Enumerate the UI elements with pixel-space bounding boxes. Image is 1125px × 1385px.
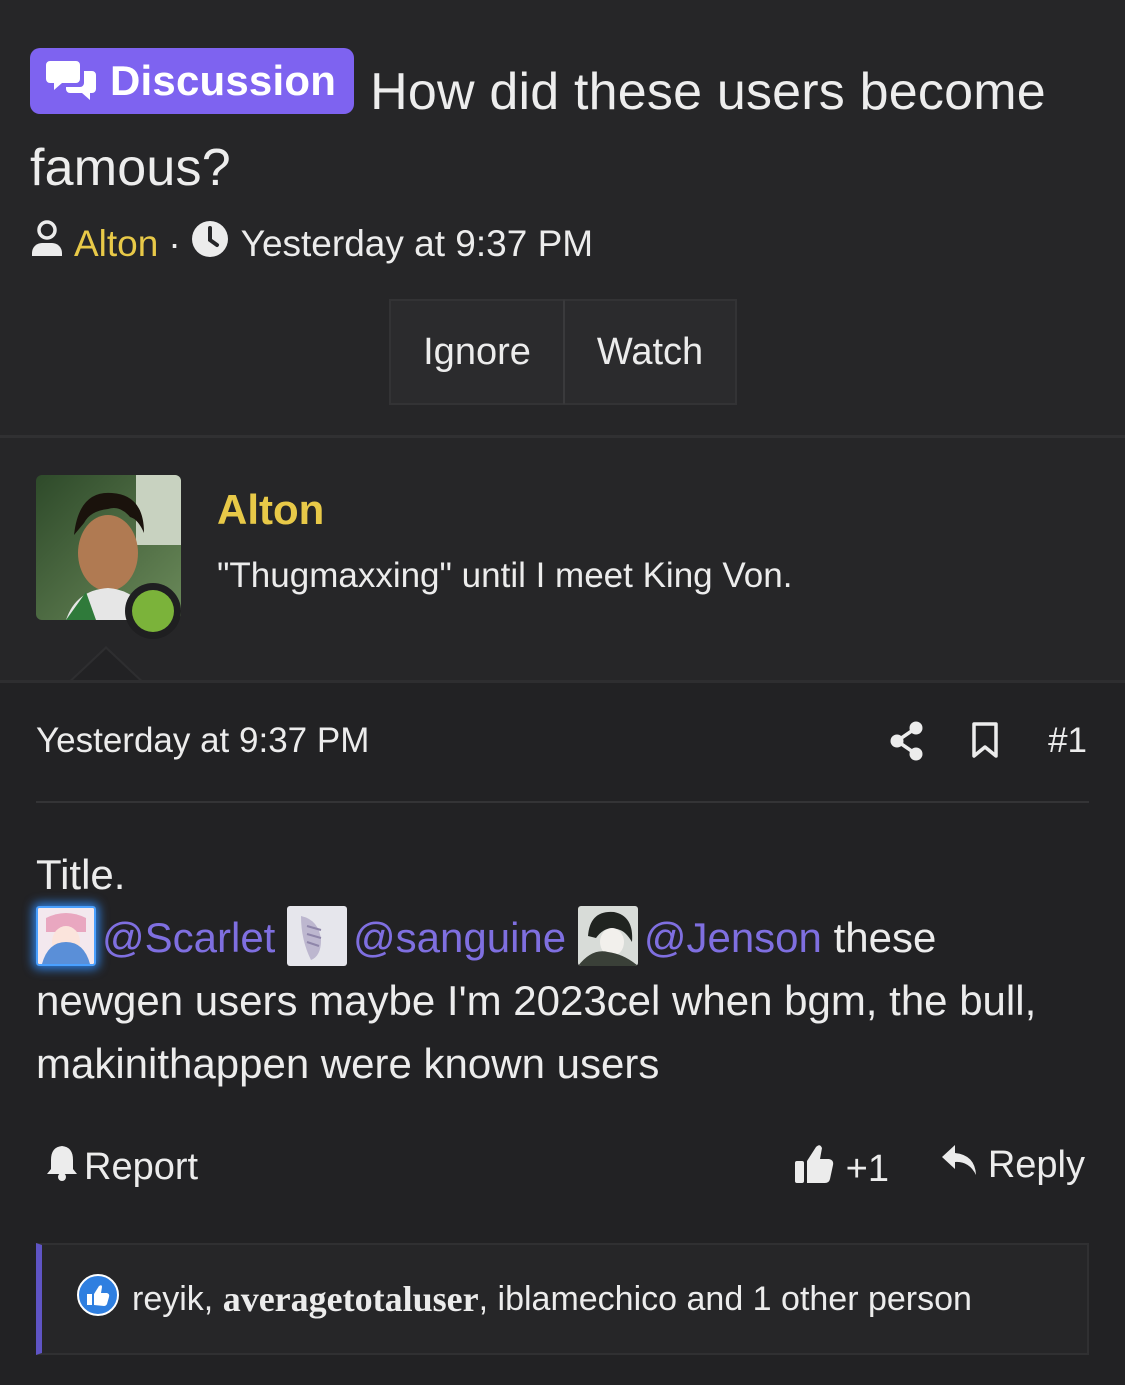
share-icon[interactable] (890, 721, 924, 766)
message-arrow-inner (73, 649, 139, 680)
chat-bubbles-icon (46, 59, 98, 103)
discussion-prefix-badge[interactable]: Discussion (30, 48, 355, 114)
thread-meta: Alton · Yesterday at 9:37 PM (30, 220, 1095, 267)
user-icon (30, 220, 64, 267)
reactions-bar[interactable]: reyik, averagetotaluser, iblamechico and… (36, 1243, 1089, 1355)
scarlet-avatar (36, 906, 96, 966)
reaction-user-2[interactable]: averagetotaluser (223, 1278, 479, 1320)
jenson-avatar (577, 906, 638, 966)
post-content: Yesterday at 9:37 PM #1 Title. @Scarlet … (0, 683, 1125, 1385)
report-label: Report (84, 1145, 199, 1188)
ignore-button[interactable]: Ignore (389, 299, 564, 405)
reaction-separator: , (478, 1279, 489, 1318)
thumbs-up-icon (794, 1143, 834, 1195)
like-count: +1 (845, 1147, 889, 1190)
like-reaction-icon (76, 1273, 120, 1326)
thread-title: Discussion How did these users become fa… (30, 48, 1095, 206)
post-line-3: newgen users maybe I'm 2023cel when bgm,… (36, 977, 1037, 1087)
post-date-link[interactable]: Yesterday at 9:37 PM (36, 721, 369, 761)
bookmark-icon[interactable] (971, 721, 999, 764)
thread-timestamp[interactable]: Yesterday at 9:37 PM (241, 223, 593, 265)
mention-sanguine[interactable]: @sanguine (353, 914, 566, 961)
mention-jenson[interactable]: @Jenson (644, 914, 822, 961)
post-number-link[interactable]: #1 (1048, 721, 1087, 761)
reaction-others[interactable]: and 1 other person (687, 1280, 972, 1319)
poster-username[interactable]: Alton (217, 486, 324, 534)
report-button[interactable]: Report (46, 1143, 198, 1191)
thread-header: Discussion How did these users become fa… (0, 0, 1125, 435)
meta-separator: · (168, 222, 181, 264)
watch-button[interactable]: Watch (564, 299, 737, 405)
reply-arrow-icon (940, 1143, 978, 1187)
thread-author-link[interactable]: Alton (74, 223, 158, 265)
post-line-1: Title. (36, 851, 126, 898)
post-header-divider (36, 801, 1089, 803)
post-body: Title. @Scarlet @sanguine @Jenson these … (36, 843, 1065, 1095)
prefix-label: Discussion (110, 57, 337, 104)
poster-custom-title: "Thugmaxxing" until I meet King Von. (217, 556, 793, 595)
post-actions: Report +1 Reply (36, 1143, 1089, 1203)
reply-button[interactable]: Reply (940, 1143, 1085, 1187)
mention-scarlet[interactable]: @Scarlet (102, 914, 275, 961)
title-text-2: famous? (30, 139, 231, 197)
reaction-user-1[interactable]: reyik (132, 1280, 204, 1319)
clock-icon (191, 220, 229, 267)
thread-actions: Ignore Watch (389, 299, 737, 405)
poster-block: Alton "Thugmaxxing" until I meet King Vo… (0, 438, 1125, 680)
title-text-1: How did these users become (370, 63, 1046, 121)
reaction-user-3[interactable]: iblamechico (498, 1280, 678, 1319)
bell-icon (46, 1143, 78, 1191)
post-text-after-mentions: these (833, 914, 937, 961)
post-line-2: @Scarlet @sanguine @Jenson these (36, 906, 1065, 969)
reaction-separator: , (203, 1279, 214, 1318)
online-status-indicator (125, 583, 181, 639)
reply-label: Reply (987, 1143, 1085, 1186)
sanguine-avatar (287, 906, 348, 966)
like-button[interactable]: +1 (794, 1143, 889, 1195)
